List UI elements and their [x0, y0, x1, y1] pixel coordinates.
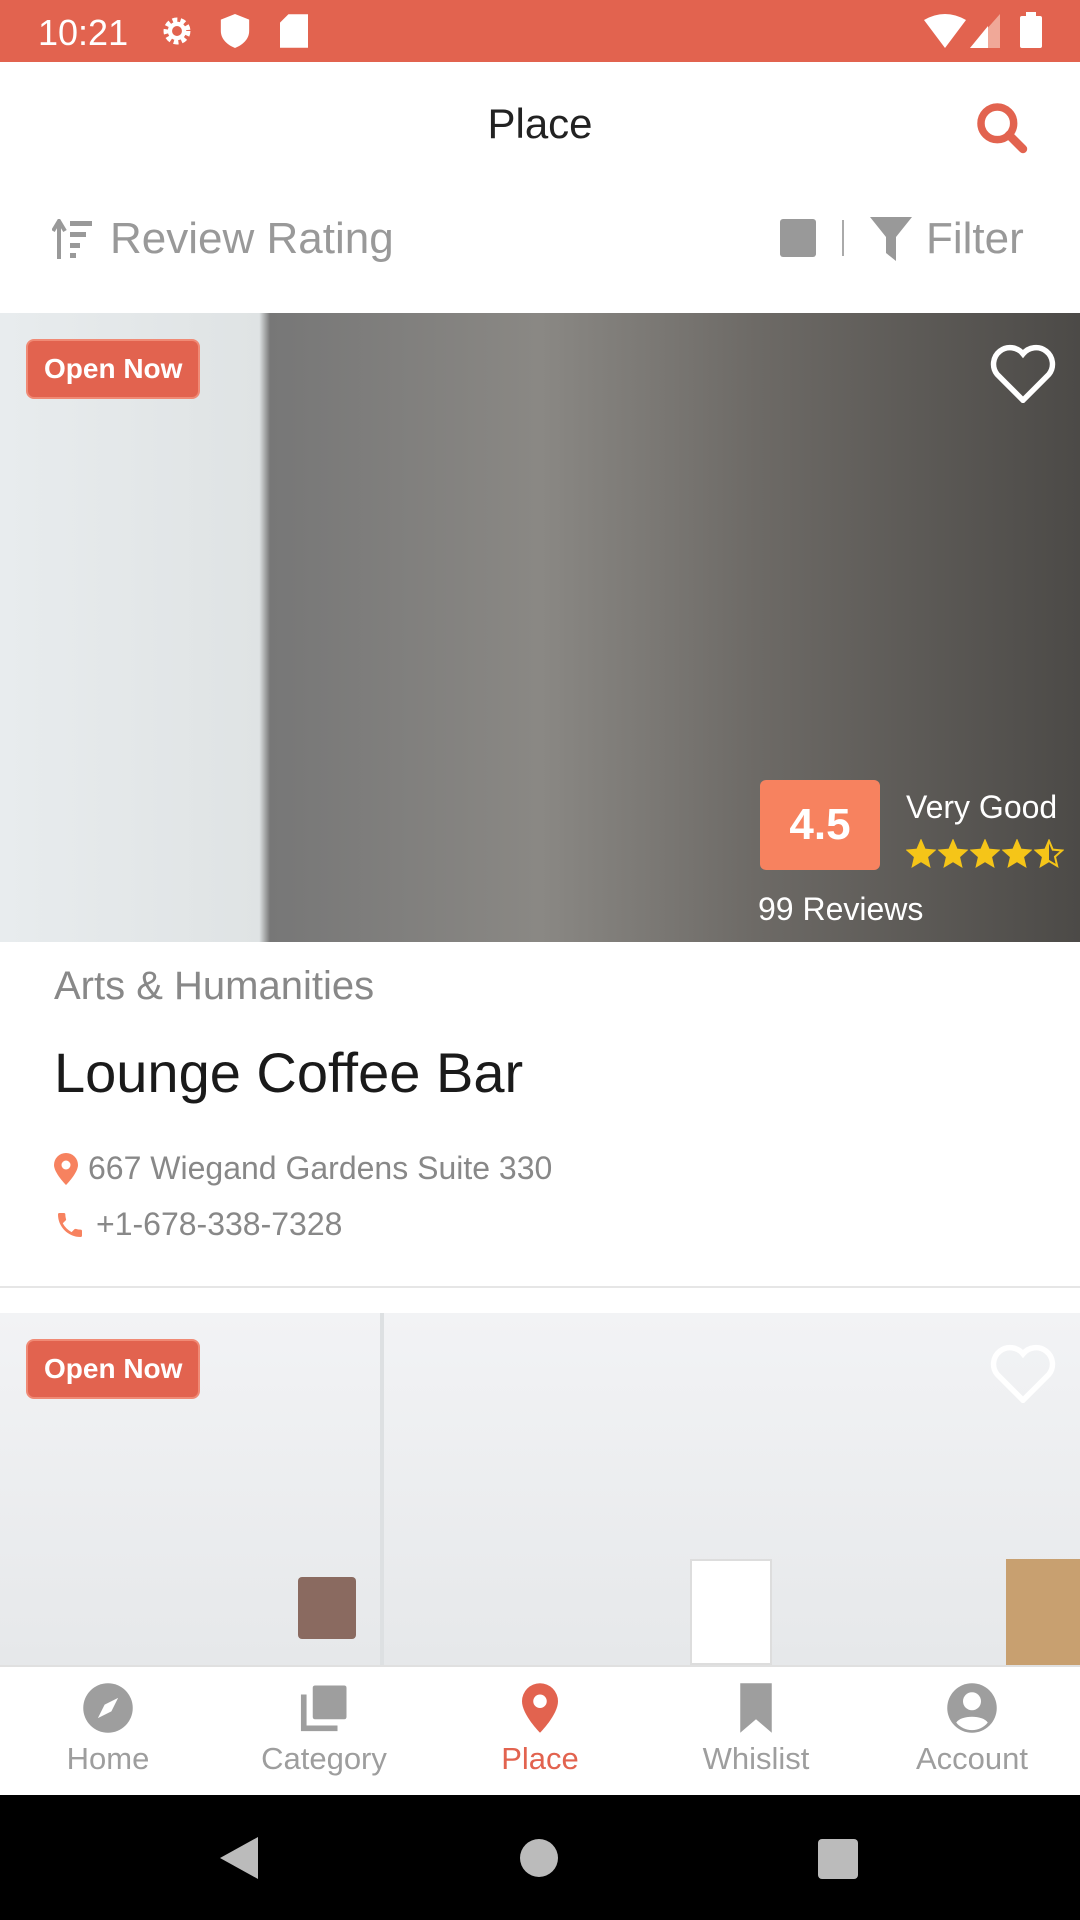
star-icon: [1034, 839, 1064, 868]
heart-icon[interactable]: [990, 343, 1056, 403]
home-icon[interactable]: [520, 1839, 558, 1877]
back-icon[interactable]: [218, 1835, 260, 1881]
view-toggle-icon[interactable]: [780, 219, 816, 257]
door: [1006, 1559, 1080, 1665]
card-divider: [0, 1286, 1080, 1288]
settings-icon: [163, 17, 191, 45]
system-navigation-bar: [0, 1795, 1080, 1920]
phone-row[interactable]: +1-678-338-7328: [54, 1206, 342, 1243]
nav-label: Account: [915, 1741, 1028, 1776]
signal-icon: [970, 14, 1000, 48]
nav-label: Home: [66, 1741, 150, 1776]
star-icon: [906, 839, 936, 868]
sort-filter-bar: Review Rating Filter: [0, 200, 1080, 280]
place-image[interactable]: Open Now: [0, 1313, 1080, 1665]
place-category: Arts & Humanities: [54, 964, 375, 1008]
app-bar: Place: [0, 62, 1080, 186]
sort-icon: [52, 219, 92, 259]
recents-icon[interactable]: [818, 1839, 858, 1879]
star-rating: [906, 839, 1064, 869]
shield-icon: [220, 14, 250, 48]
place-image[interactable]: Open Now 4.5 Very Good 99 Reviews: [0, 313, 1080, 942]
nav-category[interactable]: Category: [216, 1667, 432, 1795]
battery-icon: [1020, 12, 1042, 48]
star-icon: [970, 839, 1000, 868]
open-now-badge: Open Now: [26, 1339, 201, 1399]
nav-label: Place: [501, 1741, 579, 1776]
place-address: 667 Wiegand Gardens Suite 330: [88, 1150, 553, 1186]
filter-button[interactable]: Filter: [870, 214, 1024, 264]
sd-card-icon: [280, 14, 308, 48]
location-pin-icon: [54, 1152, 78, 1185]
place-name: Lounge Coffee Bar: [54, 1041, 524, 1104]
address-row: 667 Wiegand Gardens Suite 330: [54, 1150, 552, 1187]
sort-label: Review Rating: [110, 214, 394, 263]
page-title: Place: [487, 100, 593, 147]
star-icon: [1002, 839, 1032, 868]
rating-text: Very Good: [906, 789, 1058, 825]
account-icon: [947, 1683, 997, 1733]
review-count: 99 Reviews: [758, 891, 924, 927]
nav-wishlist[interactable]: Whislist: [648, 1667, 864, 1795]
nav-label: Category: [261, 1741, 387, 1776]
nav-label: Whislist: [702, 1741, 810, 1776]
phone-icon: [58, 1212, 82, 1237]
filter-icon: [870, 217, 912, 261]
bottom-navigation: Home Category Place Whislist Account: [0, 1665, 1080, 1795]
status-bar: 10:21: [0, 0, 1080, 62]
place-phone: +1-678-338-7328: [96, 1206, 343, 1242]
star-icon: [938, 839, 968, 868]
filter-label: Filter: [926, 214, 1024, 263]
bookmark-icon: [740, 1683, 772, 1733]
nav-account[interactable]: Account: [864, 1667, 1080, 1795]
category-icon: [300, 1685, 347, 1732]
wifi-icon: [924, 14, 966, 48]
location-pin-icon: [522, 1683, 558, 1733]
compass-icon: [83, 1683, 133, 1733]
heart-icon[interactable]: [990, 1343, 1056, 1403]
sort-button[interactable]: Review Rating: [52, 214, 394, 264]
open-now-badge: Open Now: [26, 339, 201, 399]
search-icon[interactable]: [974, 100, 1030, 156]
status-time: 10:21: [38, 12, 129, 53]
nav-home[interactable]: Home: [0, 1667, 216, 1795]
door: [690, 1559, 772, 1665]
divider: [842, 220, 844, 256]
lamp: [298, 1577, 356, 1639]
wall-divider: [380, 1313, 384, 1665]
rating-score: 4.5: [760, 780, 880, 870]
nav-place[interactable]: Place: [432, 1667, 648, 1795]
